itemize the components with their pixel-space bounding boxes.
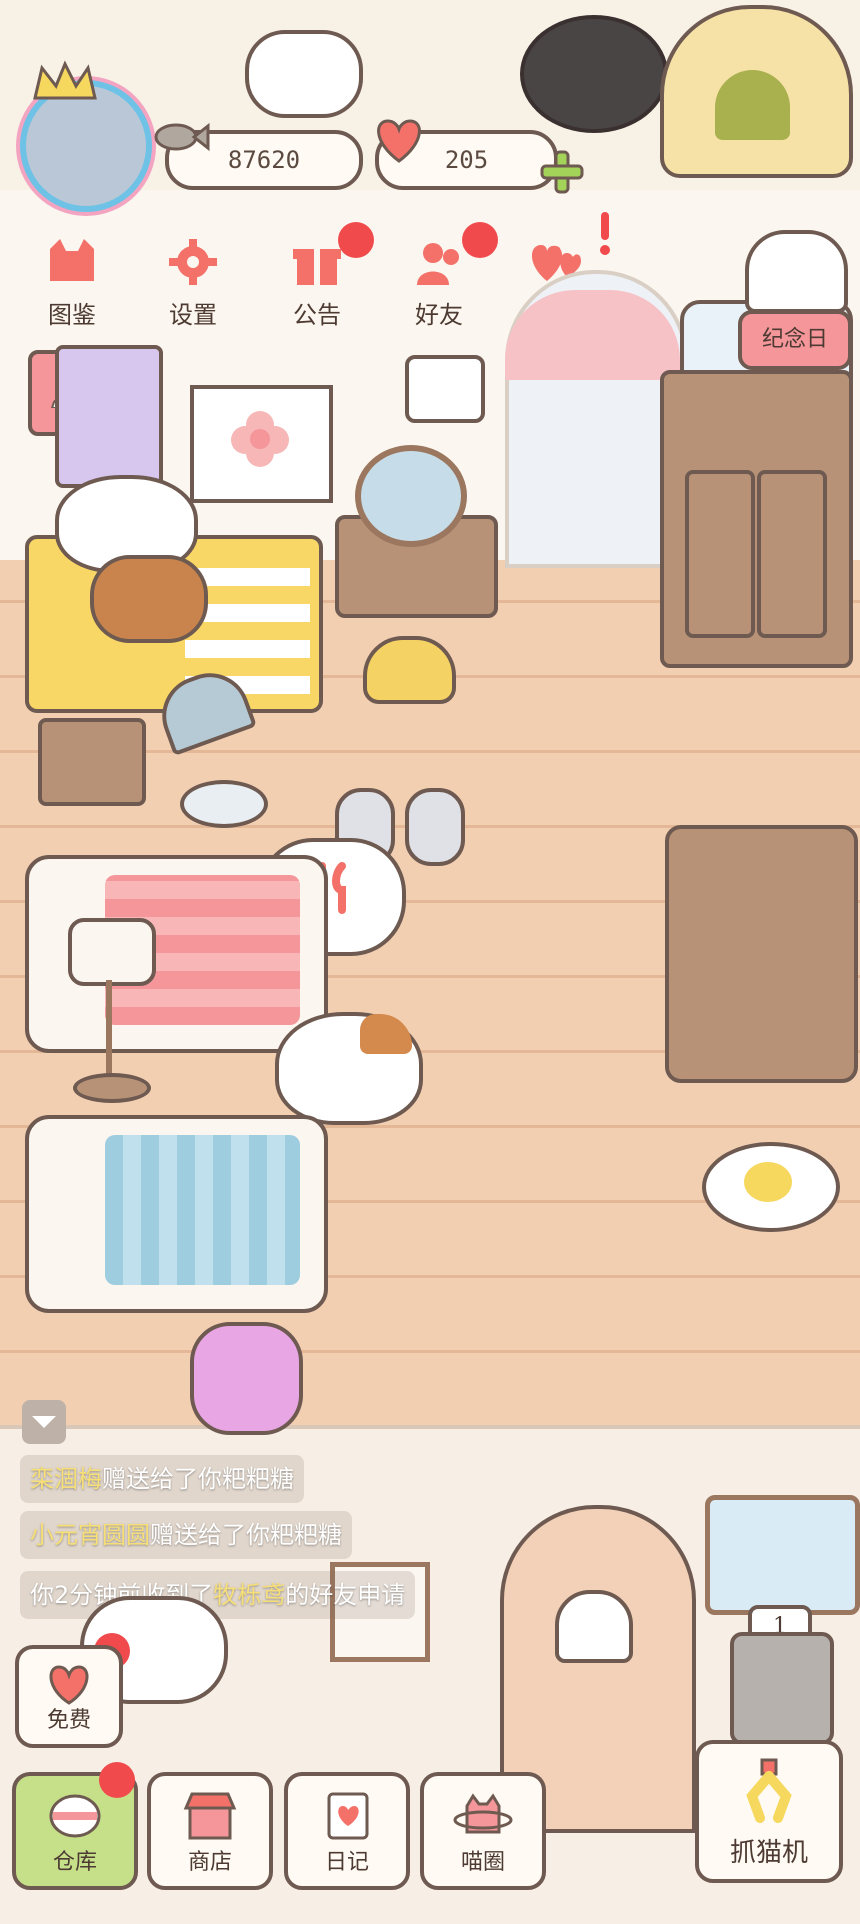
gift-icon [293,249,341,285]
menu-catalog-label: 图鉴 [48,301,96,329]
menu-settings[interactable]: 设置 [138,237,248,330]
desk-lamp[interactable] [151,662,270,828]
claw-machine-button[interactable]: 抓猫机 [695,1740,843,1883]
menu-settings-label: 设置 [169,301,217,329]
diary-icon [327,1792,369,1840]
heart-icon [377,119,421,163]
heart-value: 205 [444,146,489,174]
menu-friends-label: 好友 [415,301,463,329]
menu-notice-label: 公告 [293,301,341,329]
cabinet-door-right [757,470,827,638]
fish-icon [154,122,210,152]
fish-picture[interactable] [705,1495,860,1615]
nightstand[interactable] [38,718,146,806]
notice-badge [338,222,374,258]
chat-sender-3: 牧栎鸢 [213,1581,286,1609]
vanity-mirror[interactable] [355,445,467,547]
shop-icon [183,1792,237,1840]
free-label: 免费 [46,1708,91,1733]
chat-text-2: 赠送给了你粑粑糖 [150,1521,342,1549]
coin-value: 87620 [227,146,301,174]
collapse-chat-button[interactable] [22,1400,66,1444]
warehouse-badge [99,1762,135,1798]
chat-text-3b: 的好友申请 [285,1581,406,1609]
chat-message-1: 栾涸梅赠送给了你粑粑糖 [20,1455,304,1503]
anniversary-button[interactable]: 纪念日 [738,310,852,370]
flower-icon [231,411,289,467]
armchair[interactable] [665,825,858,1083]
menu-catalog[interactable]: 图鉴 [17,237,127,330]
friends-badge [462,222,498,258]
fried-egg[interactable] [702,1142,840,1232]
warehouse-label: 仓库 [52,1850,97,1875]
claw-icon [746,1758,792,1823]
diary-label: 日记 [324,1850,369,1875]
cabinet-door-left [685,470,755,638]
shop-label: 商店 [187,1850,232,1875]
floor-lamp[interactable] [68,918,163,1103]
free-button[interactable]: 免费 [15,1645,123,1748]
elevator-panel[interactable] [730,1632,834,1745]
pet-bowl-decor[interactable] [245,30,363,118]
photo-frame[interactable] [55,345,163,488]
blue-blanket [105,1135,300,1285]
exclamation-icon [600,212,610,255]
brown-cat-body [90,555,208,643]
chevron-down-icon [32,1416,56,1428]
chat-message-2: 小元宵圆圆赠送给了你粑粑糖 [20,1511,352,1559]
chat-text-1: 赠送给了你粑粑糖 [102,1465,294,1493]
anniversary-label: 纪念日 [761,327,828,352]
add-hearts-button[interactable] [540,150,584,194]
meow-circle-label: 喵圈 [460,1850,505,1875]
hanging-flower-pot[interactable] [405,355,485,423]
warehouse-icon [49,1794,101,1838]
shop-button[interactable]: 商店 [147,1772,273,1890]
chat-sender-2: 小元宵圆圆 [30,1521,150,1549]
meow-circle-button[interactable]: 喵圈 [420,1772,546,1890]
gear-icon [169,239,217,285]
claw-machine-label: 抓猫机 [729,1838,808,1868]
diary-button[interactable]: 日记 [284,1772,410,1890]
black-cat[interactable] [520,15,668,133]
yellow-stool[interactable] [363,636,456,704]
pink-teddy-bear[interactable] [190,1322,303,1435]
chat-sender-1: 栾涸梅 [30,1465,102,1493]
igloo-entrance [715,70,790,140]
crown-icon [33,60,97,100]
planet-cat-icon [453,1793,513,1834]
chat-message-3: 你2分钟前收到了牧栎鸢的好友申请 [20,1571,416,1619]
cat-book-icon [50,239,94,281]
heart-gift-icon [49,1665,89,1705]
cake-decor[interactable] [745,230,848,313]
friends-icon [417,243,459,285]
plus-icon [540,150,584,194]
ghost-ornament[interactable] [555,1590,633,1663]
